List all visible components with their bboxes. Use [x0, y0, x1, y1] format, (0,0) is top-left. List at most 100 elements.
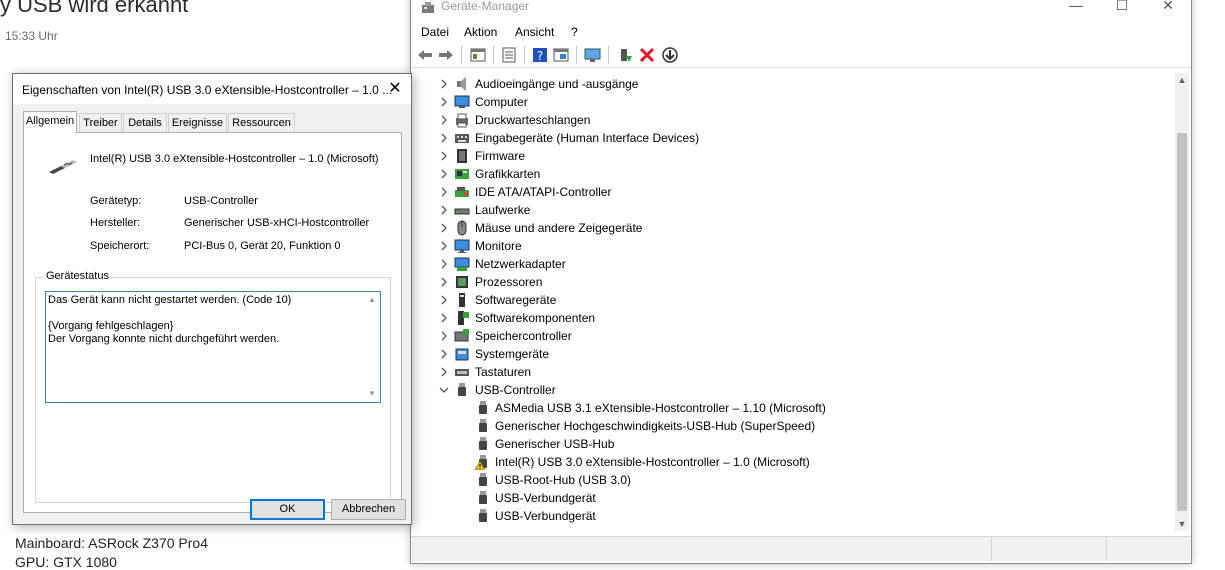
chevron-down-icon[interactable] [439, 385, 449, 395]
tree-node[interactable]: Tastaturen [411, 363, 1151, 381]
tree-node[interactable]: Grafikkarten [411, 165, 1151, 183]
tree-node[interactable]: Speichercontroller [411, 327, 1151, 345]
tab-treiber[interactable]: Treiber [79, 113, 122, 132]
tree-node[interactable]: Mäuse und andere Zeigegeräte [411, 219, 1151, 237]
usb-icon [479, 491, 487, 504]
forward-arrow-icon[interactable] [437, 46, 455, 64]
device-status-textbox[interactable]: Das Gerät kann nicht gestartet werden. (… [45, 291, 381, 403]
tree-node[interactable]: Softwaregeräte [411, 291, 1151, 309]
cancel-button[interactable]: Abbrechen [331, 499, 406, 520]
chevron-right-icon[interactable] [439, 133, 449, 143]
usb-icon [479, 437, 487, 450]
usb-icon [479, 509, 487, 522]
chevron-right-icon[interactable] [439, 259, 449, 269]
tree-node[interactable]: Softwarekomponenten [411, 309, 1151, 327]
tree-node[interactable]: Systemgeräte [411, 345, 1151, 363]
update-driver-icon[interactable] [616, 46, 634, 64]
tree-node-label: Speichercontroller [475, 329, 572, 343]
general-tab-panel: Intel(R) USB 3.0 eXtensible-Hostcontroll… [23, 132, 402, 513]
usb-child-node[interactable]: USB-Verbundgerät [411, 507, 1151, 525]
status-line: Das Gerät kann nicht gestartet werden. (… [48, 294, 292, 306]
tree-node[interactable]: Druckwarteschlangen [411, 111, 1151, 129]
status-line: Der Vorgang konnte nicht durchgeführt we… [48, 333, 280, 345]
chevron-right-icon[interactable] [439, 79, 449, 89]
tree-scrollbar[interactable]: ▲ ▼ [1175, 73, 1189, 531]
usb-child-node[interactable]: USB-Root-Hub (USB 3.0) [411, 471, 1151, 489]
dialog-titlebar[interactable]: Eigenschaften von Intel(R) USB 3.0 eXten… [13, 74, 411, 104]
back-arrow-icon[interactable] [416, 46, 434, 64]
minimize-button[interactable]: — [1053, 0, 1099, 15]
usb-icon [479, 473, 487, 486]
tab-ereignisse[interactable]: Ereignisse [168, 113, 227, 132]
usb-child-node[interactable]: Generischer USB-Hub [411, 435, 1151, 453]
chevron-right-icon[interactable] [439, 277, 449, 287]
tree-node[interactable]: Laufwerke [411, 201, 1151, 219]
tree-node[interactable]: Monitore [411, 237, 1151, 255]
tab-ressourcen[interactable]: Ressourcen [228, 113, 295, 132]
chevron-right-icon[interactable] [439, 223, 449, 233]
menu-datei[interactable]: Datei [421, 25, 449, 39]
properties-icon[interactable] [500, 46, 518, 64]
chevron-right-icon[interactable] [439, 295, 449, 305]
download-icon[interactable] [661, 46, 679, 64]
chevron-right-icon[interactable] [439, 169, 449, 179]
maximize-button[interactable]: ☐ [1099, 0, 1145, 15]
ok-button[interactable]: OK [250, 499, 325, 520]
chevron-right-icon[interactable] [439, 349, 449, 359]
scroll-down-icon[interactable]: ▼ [1175, 517, 1189, 531]
computer-icon [454, 95, 470, 108]
chevron-right-icon[interactable] [439, 151, 449, 161]
status-scroll-down-icon[interactable]: ▼ [365, 387, 379, 401]
tab-details[interactable]: Details [123, 113, 167, 132]
tree-node[interactable]: Prozessoren [411, 273, 1151, 291]
close-window-button[interactable]: ✕ [1145, 0, 1191, 15]
status-cell [991, 537, 1107, 561]
menu-ansicht[interactable]: Ansicht [515, 25, 554, 39]
tree-node[interactable]: Netzwerkadapter [411, 255, 1151, 273]
tree-node-label: Computer [475, 95, 528, 109]
help-icon[interactable]: ? [531, 46, 549, 64]
usb-child-node[interactable]: Generischer Hochgeschwindigkeits-USB-Hub… [411, 417, 1151, 435]
usb-child-node[interactable]: Intel(R) USB 3.0 eXtensible-Hostcontroll… [411, 453, 1151, 471]
console-tree-icon[interactable] [469, 46, 487, 64]
tree-node[interactable]: Eingabegeräte (Human Interface Devices) [411, 129, 1151, 147]
tab-allgemein[interactable]: Allgemein [23, 111, 77, 133]
chevron-right-icon[interactable] [439, 331, 449, 341]
show-hidden-icon[interactable] [552, 46, 570, 64]
uninstall-delete-icon[interactable] [638, 46, 656, 64]
toolbar-separator [493, 46, 494, 64]
status-scroll-up-icon[interactable]: ▲ [365, 293, 379, 307]
usb-child-label: USB-Verbundgerät [495, 509, 596, 523]
tree-node[interactable]: Firmware [411, 147, 1151, 165]
chevron-right-icon[interactable] [439, 187, 449, 197]
usb-child-node[interactable]: ASMedia USB 3.1 eXtensible-Hostcontrolle… [411, 399, 1151, 417]
properties-dialog: Eigenschaften von Intel(R) USB 3.0 eXten… [12, 73, 412, 525]
dialog-close-icon[interactable]: ✕ [385, 79, 405, 99]
menu-help[interactable]: ? [571, 25, 578, 39]
chevron-right-icon[interactable] [439, 313, 449, 323]
scan-hardware-icon[interactable] [584, 46, 602, 64]
tree-node[interactable]: Computer [411, 93, 1151, 111]
dialog-title: Eigenschaften von Intel(R) USB 3.0 eXten… [22, 83, 393, 97]
tree-node[interactable]: IDE ATA/ATAPI-Controller [411, 183, 1151, 201]
status-scrollbar[interactable]: ▲ ▼ [365, 293, 379, 401]
tree-node[interactable]: USB-Controller [411, 381, 1151, 399]
prop-value-speicherort: PCI-Bus 0, Gerät 20, Funktion 0 [184, 240, 341, 252]
scrollbar-thumb[interactable] [1177, 133, 1187, 511]
chevron-right-icon[interactable] [439, 367, 449, 377]
firmware-icon [457, 149, 467, 163]
chevron-right-icon[interactable] [439, 205, 449, 215]
keyboard-icon [455, 369, 469, 376]
scroll-up-icon[interactable]: ▲ [1175, 73, 1189, 87]
article-title: y USB wird erkannt [0, 0, 189, 17]
chevron-right-icon[interactable] [439, 97, 449, 107]
menu-aktion[interactable]: Aktion [464, 25, 497, 39]
usb-warning-icon [475, 455, 487, 470]
tree-node-label: USB-Controller [475, 383, 556, 397]
device-manager-titlebar[interactable]: Geräte-Manager — ☐ ✕ [411, 0, 1191, 21]
usb-child-node[interactable]: USB-Verbundgerät [411, 489, 1151, 507]
chevron-right-icon[interactable] [439, 115, 449, 125]
device-manager-title: Geräte-Manager [441, 0, 530, 13]
tree-node[interactable]: Audioeingänge und -ausgänge [411, 75, 1151, 93]
chevron-right-icon[interactable] [439, 241, 449, 251]
